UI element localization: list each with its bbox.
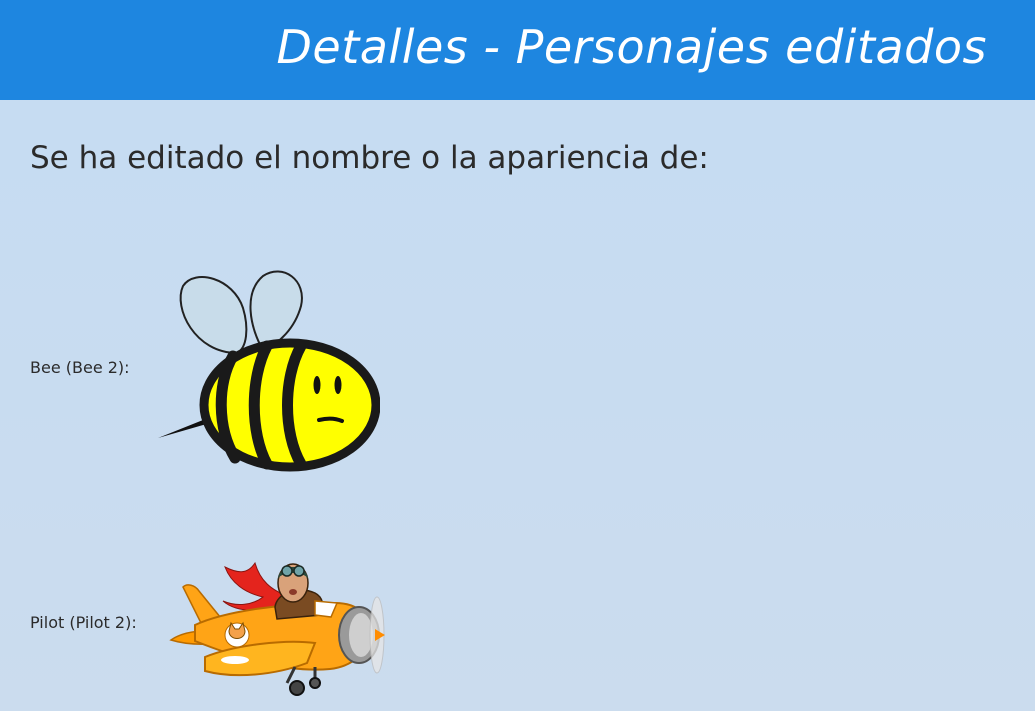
page-title: Detalles - Personajes editados bbox=[276, 20, 987, 74]
intro-text: Se ha editado el nombre o la apariencia … bbox=[30, 140, 709, 176]
header-bar: Detalles - Personajes editados bbox=[0, 0, 1035, 100]
character-label-bee: Bee (Bee 2): bbox=[30, 358, 130, 377]
pilot-airplane-sprite-icon bbox=[165, 545, 390, 705]
bee-sprite-icon bbox=[155, 268, 381, 478]
character-label-pilot: Pilot (Pilot 2): bbox=[30, 613, 137, 632]
